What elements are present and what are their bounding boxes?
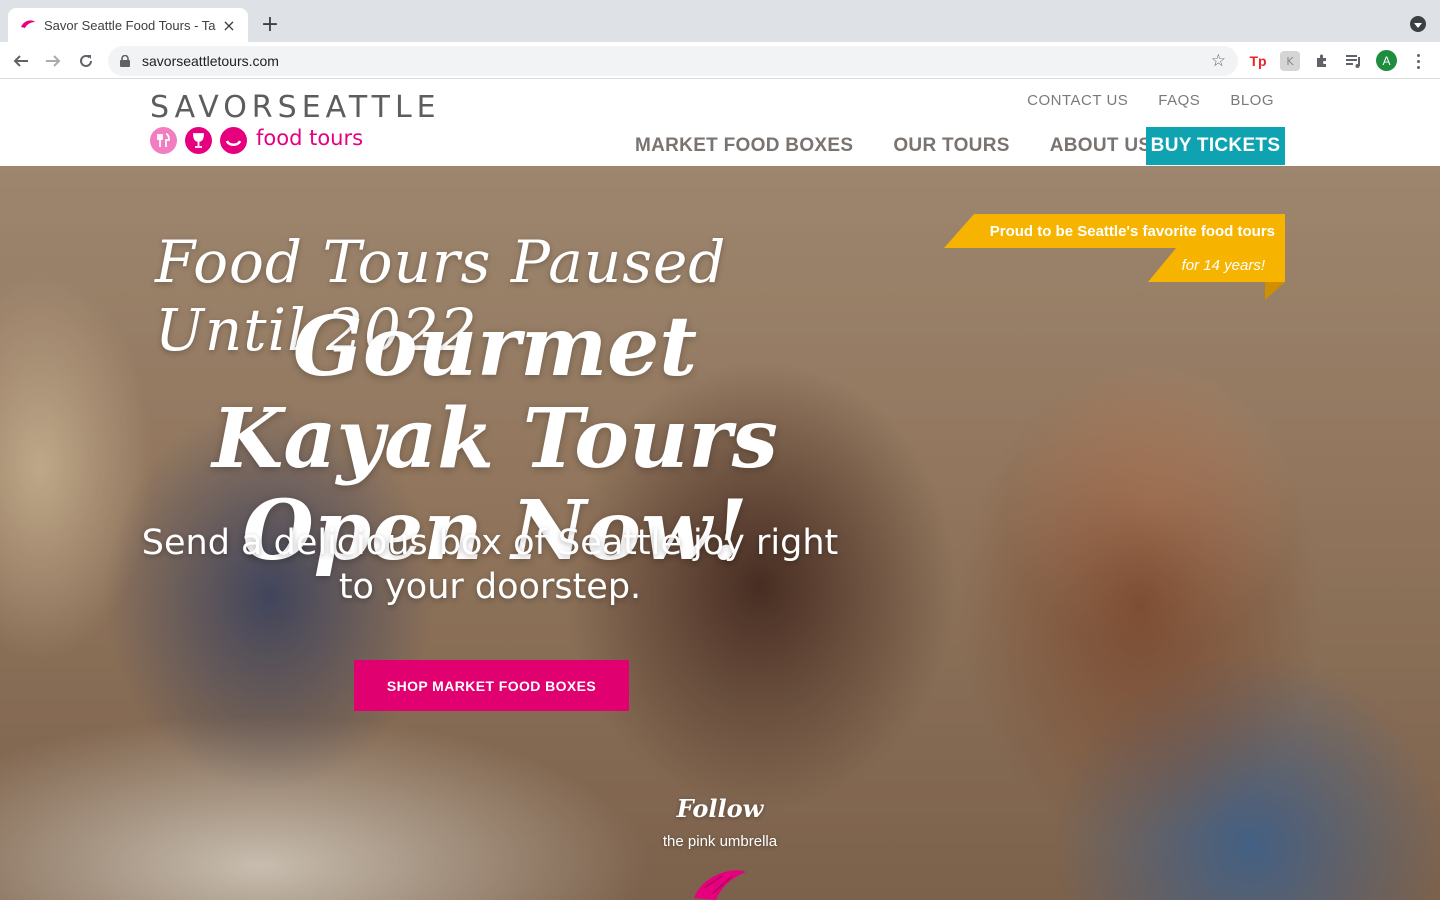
close-tab-icon[interactable]: × (220, 16, 238, 35)
nav-our-tours[interactable]: OUR TOURS (893, 135, 1009, 157)
ribbon-text-line2: for 14 years! (1181, 256, 1265, 274)
puzzle-extensions-icon[interactable] (1312, 51, 1332, 71)
tp-extension-icon[interactable]: Tp (1248, 51, 1268, 71)
nav-faqs[interactable]: FAQS (1158, 92, 1200, 109)
forward-icon[interactable] (40, 48, 66, 74)
back-icon[interactable] (8, 48, 34, 74)
ribbon-text-line1: Proud to be Seattle's favorite food tour… (989, 222, 1275, 240)
profile-avatar[interactable]: A (1376, 50, 1397, 71)
nav-contact-us[interactable]: CONTACT US (1027, 92, 1128, 109)
logo-icons (150, 127, 247, 154)
nav-about-us[interactable]: ABOUT US (1050, 135, 1152, 157)
browser-menu-icon[interactable] (1410, 50, 1426, 72)
fork-knife-icon (150, 127, 177, 154)
new-tab-icon[interactable]: + (258, 12, 282, 37)
hero-banner: Food Tours Paused Until 2022 Gourmet Kay… (0, 166, 1440, 900)
browser-toolbar: savorseattletours.com ☆ Tp K A (0, 42, 1440, 79)
url-text: savorseattletours.com (142, 53, 279, 69)
smile-icon (220, 127, 247, 154)
browser-tab-bar: Savor Seattle Food Tours - Tas × + (0, 0, 1440, 42)
umbrella-favicon-icon (21, 20, 35, 28)
follow-title: Follow (676, 794, 764, 823)
pink-umbrella-icon[interactable] (692, 866, 748, 900)
utility-nav: CONTACT US FAQS BLOG (1027, 92, 1274, 109)
main-nav: MARKET FOOD BOXES OUR TOURS ABOUT US (635, 127, 1191, 165)
k-extension-icon[interactable]: K (1280, 51, 1300, 71)
address-bar[interactable]: savorseattletours.com ☆ (108, 46, 1238, 76)
bookmark-star-icon[interactable]: ☆ (1211, 51, 1226, 71)
site-header: SAVORSEATTLE food tours CONTACT US FAQS … (0, 80, 1440, 166)
ribbon-banner-top: Proud to be Seattle's favorite food tour… (944, 214, 1285, 248)
reload-icon[interactable] (73, 48, 99, 74)
lock-icon (120, 55, 130, 67)
buy-tickets-button[interactable]: BUY TICKETS (1146, 127, 1285, 165)
logo-wordmark[interactable]: SAVORSEATTLE (150, 90, 441, 125)
wine-glass-icon (185, 127, 212, 154)
reading-list-icon[interactable] (1344, 51, 1364, 71)
tab-search-icon[interactable] (1410, 16, 1426, 32)
logo-subtitle: food tours (256, 126, 364, 150)
tab-title: Savor Seattle Food Tours - Tas (44, 17, 216, 33)
nav-blog[interactable]: BLOG (1230, 92, 1274, 109)
browser-tab[interactable]: Savor Seattle Food Tours - Tas × (8, 8, 248, 42)
hero-subtitle: Send a delicious box of Seattle joy righ… (141, 523, 839, 607)
follow-subtitle: the pink umbrella (662, 833, 778, 850)
nav-market-food-boxes[interactable]: MARKET FOOD BOXES (635, 135, 853, 157)
shop-market-food-boxes-button[interactable]: SHOP MARKET FOOD BOXES (354, 660, 629, 711)
